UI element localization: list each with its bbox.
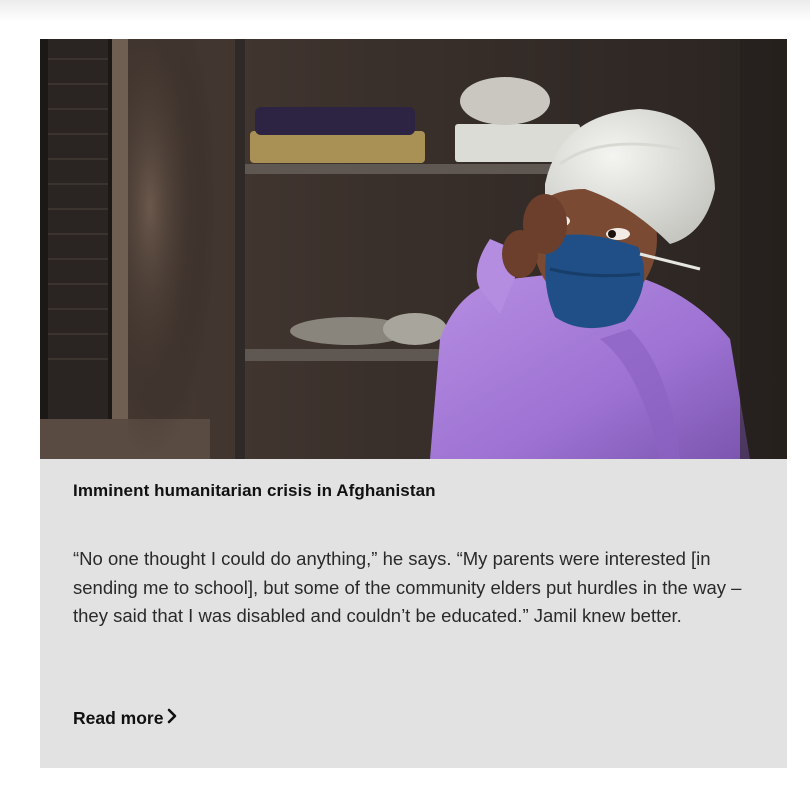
article-title[interactable]: Imminent humanitarian crisis in Afghanis…	[73, 481, 747, 501]
read-more-label: Read more	[73, 708, 164, 728]
top-shadow	[0, 0, 810, 22]
card-body: Imminent humanitarian crisis in Afghanis…	[73, 459, 747, 631]
hero-image[interactable]	[40, 39, 787, 459]
read-more-link[interactable]: Read more	[73, 708, 177, 729]
article-excerpt: “No one thought I could do anything,” he…	[73, 548, 742, 626]
hero-photo-illustration	[40, 39, 787, 459]
article-card: Imminent humanitarian crisis in Afghanis…	[40, 39, 787, 768]
chevron-right-icon	[167, 708, 177, 729]
